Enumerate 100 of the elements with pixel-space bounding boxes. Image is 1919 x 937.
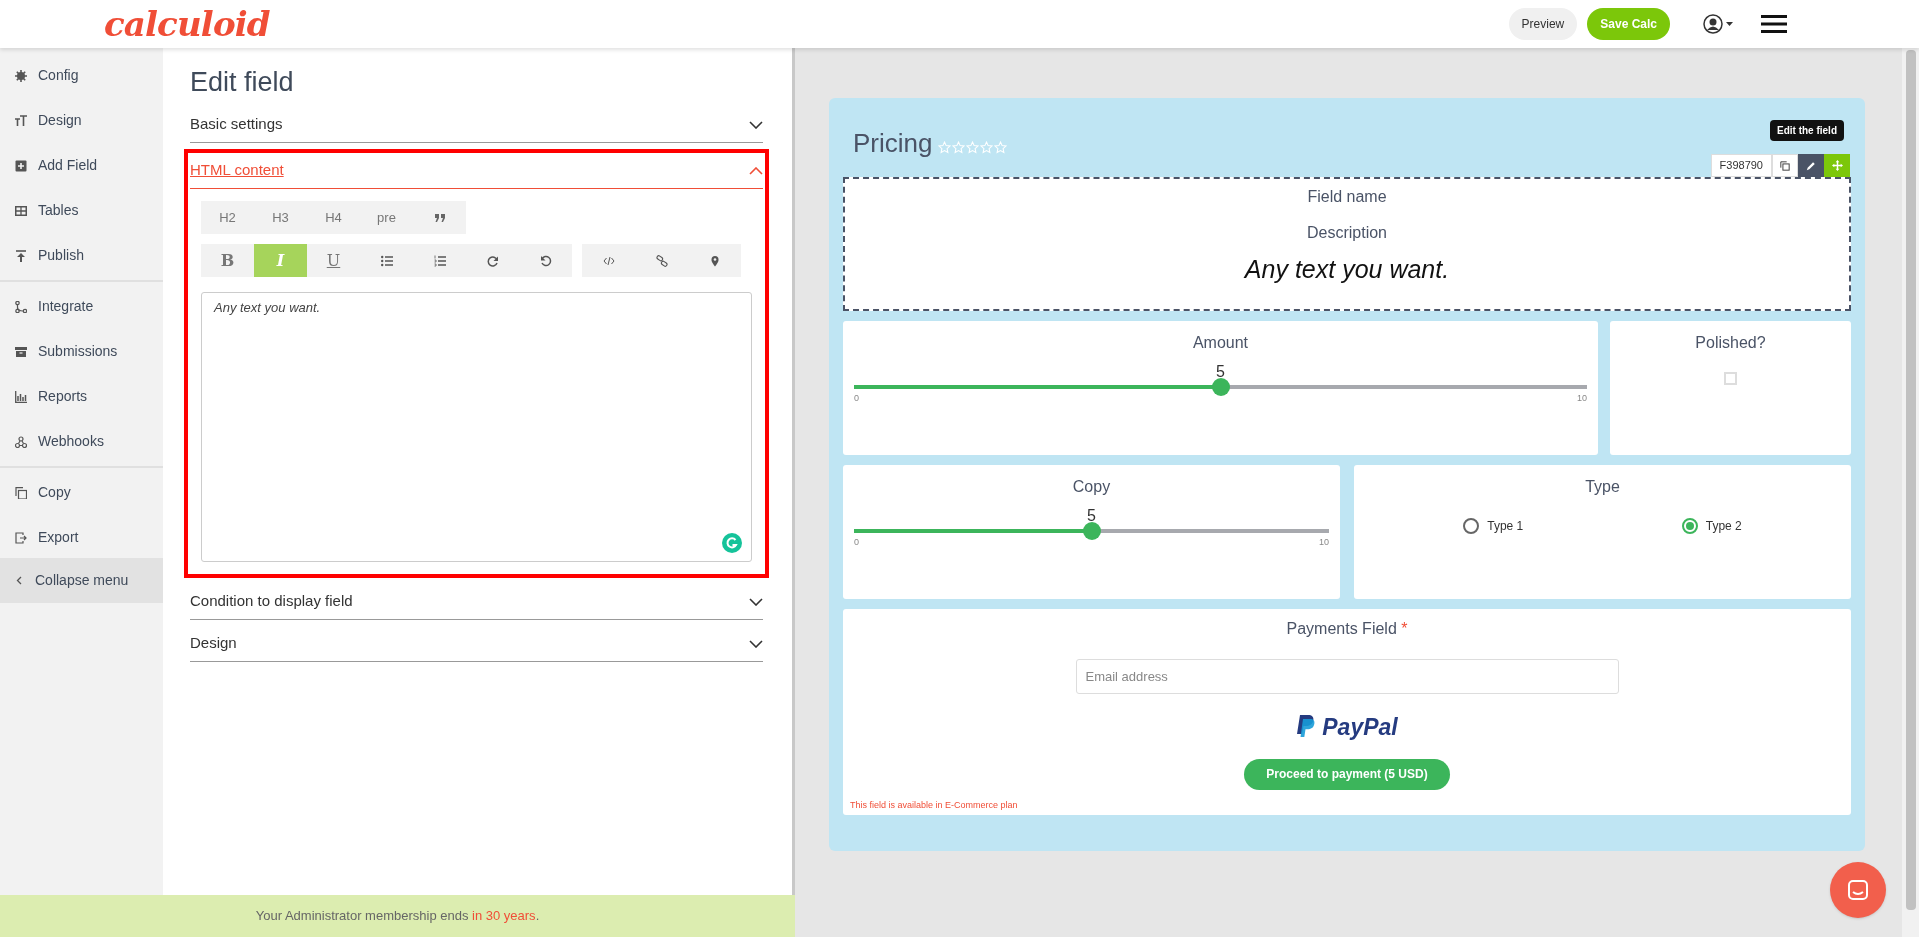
gear-icon bbox=[15, 69, 27, 82]
grammar-check-icon bbox=[722, 533, 742, 553]
slider-value: 5 bbox=[1087, 506, 1096, 526]
sidebar-item[interactable]: Export bbox=[0, 515, 163, 560]
radio-option[interactable]: Type 2 bbox=[1681, 517, 1742, 535]
bar-chart-icon bbox=[15, 390, 27, 403]
undo-icon bbox=[539, 254, 552, 267]
duplicate-button[interactable] bbox=[1772, 154, 1798, 177]
numbered-list-icon bbox=[433, 254, 446, 267]
sidebar-item[interactable]: Config bbox=[0, 53, 163, 98]
redo-icon bbox=[486, 254, 499, 267]
accordion-header[interactable]: Condition to display field bbox=[190, 584, 763, 620]
chevron-left-icon bbox=[16, 576, 22, 585]
sidebar-item[interactable]: Integrate bbox=[0, 284, 163, 329]
pencil-icon bbox=[1806, 160, 1816, 171]
text-size-icon bbox=[15, 114, 27, 127]
slider-thumb[interactable] bbox=[1211, 378, 1230, 396]
chat-icon bbox=[1846, 878, 1870, 902]
plus-square-icon bbox=[15, 159, 27, 172]
bold-button[interactable]: B bbox=[201, 244, 254, 277]
copy-icon bbox=[1780, 160, 1790, 171]
plan-notice: This field is available in E-Commerce plan bbox=[850, 798, 1018, 812]
star-icon bbox=[952, 141, 966, 154]
slider-min: 0 bbox=[854, 536, 859, 549]
toolbar-button[interactable]: pre bbox=[360, 201, 413, 234]
menu-button[interactable] bbox=[1761, 14, 1787, 34]
archive-icon bbox=[15, 345, 27, 358]
caret-icon bbox=[1726, 22, 1733, 26]
collapse-menu-button[interactable]: Collapse menu bbox=[0, 558, 163, 603]
copy-icon bbox=[15, 486, 27, 499]
calculator-title: Pricing bbox=[853, 127, 933, 160]
sidebar-item[interactable]: Publish bbox=[0, 233, 163, 278]
accordion-header[interactable]: Design bbox=[190, 626, 763, 662]
slider-min: 0 bbox=[854, 392, 859, 405]
branch-icon bbox=[15, 300, 27, 313]
field-label: Amount bbox=[1191, 333, 1250, 353]
email-field[interactable]: Email address bbox=[1075, 659, 1619, 694]
link-icon bbox=[655, 254, 668, 267]
map-pin-icon bbox=[708, 254, 721, 267]
tooltip: Edit the field bbox=[1770, 120, 1844, 141]
edit-button[interactable] bbox=[1798, 154, 1824, 177]
star-rating[interactable] bbox=[938, 141, 1008, 154]
sidebar-item[interactable]: Reports bbox=[0, 374, 163, 419]
field-description: Description bbox=[1307, 223, 1387, 243]
text-editor[interactable]: Any text you want. bbox=[201, 292, 752, 562]
toolbar-button[interactable] bbox=[688, 244, 741, 277]
slider-max: 10 bbox=[1319, 536, 1329, 549]
field-label: Payments Field * bbox=[1286, 619, 1408, 639]
slider-value: 5 bbox=[1216, 362, 1225, 382]
toolbar-button[interactable]: H4 bbox=[307, 201, 360, 234]
user-menu-button[interactable] bbox=[1703, 14, 1733, 34]
code-icon bbox=[602, 254, 615, 267]
field-label: Copy bbox=[1071, 477, 1112, 497]
panel-title: Edit field bbox=[190, 66, 295, 99]
membership-notice: Your Administrator membership ends in 30 years. bbox=[255, 907, 540, 926]
slider-max: 10 bbox=[1577, 392, 1587, 405]
sidebar-item[interactable]: Add Field bbox=[0, 143, 163, 188]
chevron-down-icon bbox=[749, 639, 763, 648]
field-id: F398790 bbox=[1710, 154, 1772, 177]
underline-button[interactable]: U bbox=[307, 244, 360, 277]
chevron-down-icon bbox=[749, 597, 763, 606]
toolbar-button[interactable] bbox=[519, 244, 572, 277]
sidebar-item[interactable]: Copy bbox=[0, 470, 163, 515]
bulleted-list-icon bbox=[380, 254, 393, 267]
preview-button[interactable]: Preview bbox=[1508, 8, 1578, 40]
export-icon bbox=[15, 531, 27, 544]
radio-button[interactable] bbox=[1681, 518, 1698, 534]
sidebar-item[interactable]: Webhooks bbox=[0, 419, 163, 464]
paypal-logo: PayPal bbox=[1296, 710, 1398, 745]
star-icon bbox=[966, 141, 980, 154]
html-field[interactable]: Field name Description Any text you want. bbox=[843, 177, 1851, 311]
accordion-header[interactable]: Basic settings bbox=[190, 107, 763, 143]
quote-icon bbox=[433, 211, 446, 224]
nodes-icon bbox=[15, 435, 27, 448]
chevron-down-icon bbox=[749, 120, 763, 129]
toolbar-button[interactable]: H3 bbox=[254, 201, 307, 234]
radio-button[interactable] bbox=[1463, 518, 1480, 534]
chevron-up-icon bbox=[749, 166, 763, 175]
sidebar-item[interactable]: Submissions bbox=[0, 329, 163, 374]
move-icon bbox=[1831, 160, 1843, 171]
html-text: Any text you want. bbox=[1244, 254, 1450, 285]
toolbar-button[interactable]: H2 bbox=[201, 201, 254, 234]
accordion-header[interactable]: HTML content bbox=[190, 153, 763, 189]
logo[interactable]: calculoid bbox=[104, 7, 270, 41]
field-label: Polished? bbox=[1695, 333, 1766, 353]
checkbox[interactable] bbox=[1724, 372, 1737, 385]
editor-text: Any text you want. bbox=[214, 299, 322, 317]
table-icon bbox=[15, 204, 27, 217]
sidebar-item[interactable]: Tables bbox=[0, 188, 163, 233]
star-icon bbox=[938, 141, 952, 154]
slider[interactable] bbox=[854, 378, 1587, 396]
radio-option[interactable]: Type 1 bbox=[1463, 517, 1524, 535]
upload-icon bbox=[15, 249, 27, 262]
field-name: Field name bbox=[1307, 187, 1387, 207]
toolbar-button[interactable] bbox=[413, 201, 466, 234]
sidebar-item[interactable]: Design bbox=[0, 98, 163, 143]
star-icon bbox=[994, 141, 1008, 154]
user-icon bbox=[1703, 14, 1723, 34]
slider-thumb[interactable] bbox=[1082, 522, 1101, 540]
slider[interactable] bbox=[854, 522, 1329, 540]
